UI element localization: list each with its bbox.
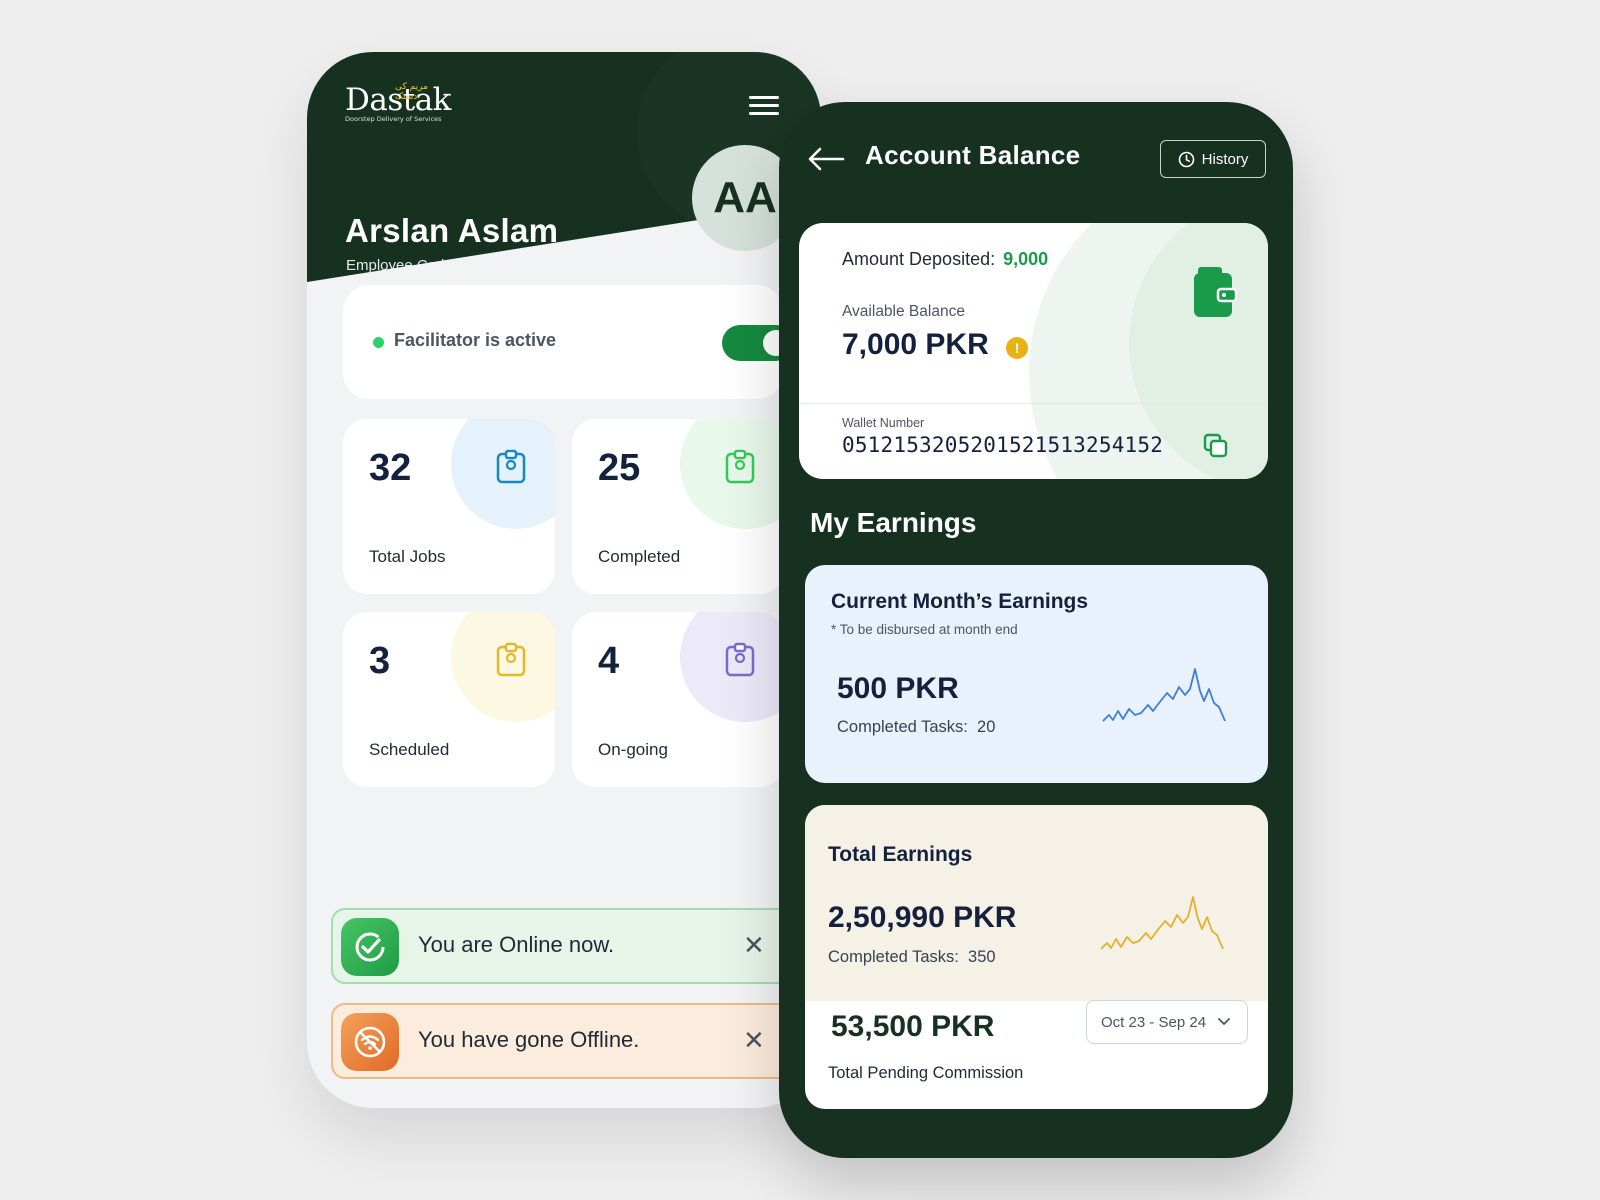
card-title: Total Earnings: [828, 843, 973, 866]
completed-tasks: Completed Tasks: 350: [828, 948, 996, 966]
warning-icon[interactable]: !: [1006, 337, 1028, 359]
history-label: History: [1201, 150, 1249, 168]
wallet-card: Amount Deposited: 9,000 Available Balance…: [799, 223, 1268, 479]
pending-commission-label: Total Pending Commission: [828, 1064, 1024, 1082]
stat-value: 25: [598, 447, 641, 489]
clipboard-icon: [496, 449, 526, 484]
clipboard-icon: [725, 449, 755, 484]
earnings-sparkline: [1100, 896, 1224, 950]
close-icon[interactable]: ✕: [743, 1023, 765, 1059]
hamburger-menu-icon[interactable]: [749, 96, 779, 120]
wifi-off-icon: [341, 1013, 399, 1071]
chevron-down-icon: [1218, 1018, 1230, 1025]
user-name: Arslan Aslam: [345, 212, 559, 249]
logo-urdu-text: مریم کی دستک: [395, 82, 428, 102]
card-title: Current Month’s Earnings: [831, 590, 1089, 613]
stat-label: On-going: [598, 740, 668, 759]
completed-tasks: Completed Tasks: 20: [837, 718, 996, 736]
date-range-value: Oct 23 - Sep 24: [1101, 1013, 1207, 1031]
stat-label: Scheduled: [369, 740, 450, 759]
dastak-logo: Dastak مریم کی دستک Doorstep Delivery of…: [345, 82, 451, 123]
available-balance-value: 7,000 PKR: [842, 328, 989, 361]
available-balance-label: Available Balance: [842, 303, 965, 320]
divider: [799, 403, 1268, 404]
status-dot: [373, 337, 384, 348]
back-arrow-icon[interactable]: [807, 146, 845, 172]
deposited-value: 9,000: [1003, 249, 1049, 269]
history-button[interactable]: History: [1160, 140, 1266, 178]
stat-value: 4: [598, 640, 620, 682]
toast-message: You have gone Offline.: [418, 1027, 640, 1052]
current-month-earnings-card[interactable]: Current Month’s Earnings * To be disburs…: [805, 565, 1268, 783]
stat-label: Completed: [598, 547, 681, 566]
wallet-icon: [1194, 267, 1238, 317]
amount-deposited: Amount Deposited: 9,000: [842, 249, 1049, 269]
profile-screen: Dastak مریم کی دستک Doorstep Delivery of…: [307, 52, 821, 1108]
stat-value: 32: [369, 447, 412, 489]
check-circle-icon: [341, 918, 399, 976]
stat-card-scheduled[interactable]: 3 Scheduled: [343, 612, 555, 787]
page-title: Account Balance: [865, 140, 1081, 170]
total-earnings-amount: 2,50,990 PKR: [828, 901, 1017, 934]
facilitator-status-label: Facilitator is active: [394, 330, 557, 350]
wallet-number-label: Wallet Number: [842, 416, 925, 430]
balance-screen: Account Balance History Amount Deposited…: [779, 102, 1293, 1158]
current-month-amount: 500 PKR: [837, 672, 959, 705]
toast-message: You are Online now.: [418, 932, 615, 957]
stat-label: Total Jobs: [369, 547, 446, 566]
clipboard-icon: [496, 642, 526, 677]
clipboard-icon: [725, 642, 755, 677]
pending-commission-amount: 53,500 PKR: [831, 1010, 995, 1043]
date-range-select[interactable]: Oct 23 - Sep 24: [1086, 1000, 1248, 1044]
stat-card-completed[interactable]: 25 Completed: [572, 419, 784, 594]
offline-toast: You have gone Offline. ✕: [331, 1003, 801, 1079]
my-earnings-heading: My Earnings: [810, 507, 977, 538]
stat-value: 3: [369, 640, 391, 682]
close-icon[interactable]: ✕: [743, 928, 765, 964]
stat-card-ongoing[interactable]: 4 On-going: [572, 612, 784, 787]
logo-tagline: Doorstep Delivery of Services: [345, 115, 442, 123]
total-earnings-card[interactable]: Total Earnings 2,50,990 PKR Completed Ta…: [805, 805, 1268, 1109]
earnings-sparkline: [1102, 668, 1226, 722]
copy-icon[interactable]: [1203, 433, 1229, 459]
clock-icon: [1178, 151, 1194, 167]
online-toast: You are Online now. ✕: [331, 908, 801, 984]
disbursement-note: * To be disbursed at month end: [831, 622, 1018, 637]
wallet-number: 051215320520152151325415​2: [842, 433, 1164, 457]
stat-card-total-jobs[interactable]: 32 Total Jobs: [343, 419, 555, 594]
facilitator-status-card: Facilitator is active: [343, 285, 794, 399]
